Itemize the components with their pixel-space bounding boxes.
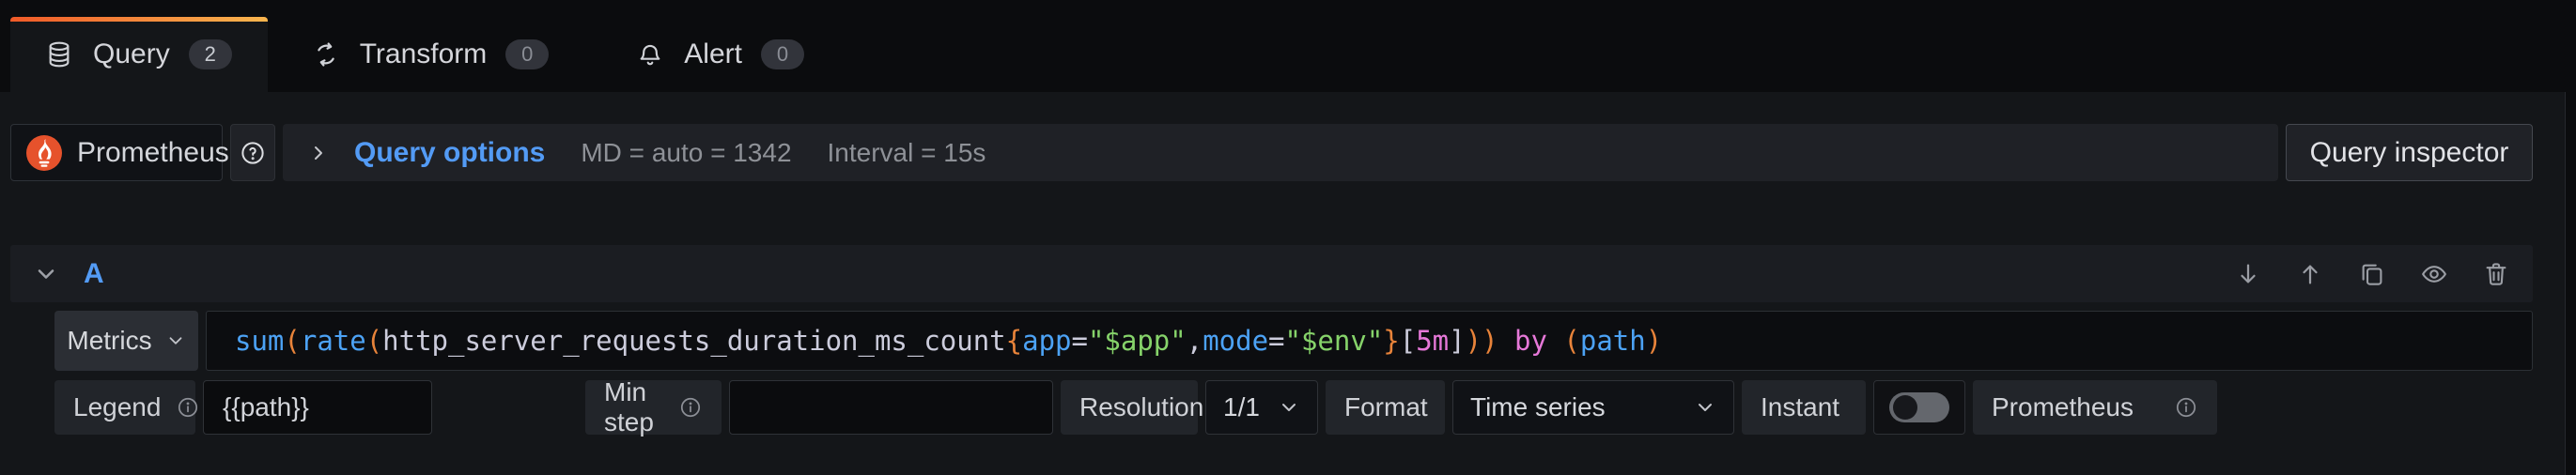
tab-alert[interactable]: Alert 0 [592,17,847,92]
format-field-label: Format [1326,380,1445,435]
instant-label-text: Instant [1761,392,1839,422]
bell-icon [635,39,665,69]
tab-transform[interactable]: Transform 0 [268,17,593,92]
query-ref-id: A [84,258,104,290]
move-query-up-icon[interactable] [2296,260,2324,288]
min-step-field-label: Min step [585,380,722,435]
metrics-button-label: Metrics [67,326,151,356]
toggle-knob [1893,395,1917,420]
legend-label-text: Legend [73,392,161,422]
chevron-down-icon [165,330,186,351]
info-circle-icon[interactable] [176,395,200,420]
legend-format-input[interactable] [203,380,432,435]
tab-transform-label: Transform [360,38,488,70]
question-circle-icon [239,139,267,167]
promql-expression-input[interactable]: sum(rate(http_server_requests_duration_m… [206,311,2533,371]
min-step-label-text: Min step [604,377,663,437]
interval-summary: Interval = 15s [828,138,986,168]
duplicate-query-icon[interactable] [2358,260,2386,288]
format-select-value: Time series [1470,392,1606,422]
instant-switch-field[interactable] [1873,380,1965,435]
chevron-right-icon [307,142,330,164]
query-editor-panel: Query 2 Transform 0 Alert 0 [0,0,2576,475]
datasource-help-button[interactable] [230,124,275,181]
database-icon [44,39,74,69]
info-circle-icon[interactable] [678,395,703,420]
query-options-bar: Query options MD = auto = 1342 Interval … [283,124,2278,181]
metrics-browser-button[interactable]: Metrics [54,311,198,371]
query-options-toggle[interactable]: Query options [307,137,545,169]
query-options-row: Legend Min step Resolution 1/1 Format Ti… [54,380,2217,435]
query-row-header[interactable]: A [10,245,2533,302]
resolution-label-text: Resolution [1079,392,1203,422]
legend-field-label: Legend [54,380,195,435]
tab-query[interactable]: Query 2 [10,17,268,92]
tab-alert-label: Alert [684,38,742,70]
min-step-input[interactable] [729,380,1053,435]
editor-tabbar: Query 2 Transform 0 Alert 0 [0,0,2576,92]
resolution-select-value: 1/1 [1223,392,1260,422]
format-label-text: Format [1344,392,1428,422]
toggle-visibility-icon[interactable] [2420,260,2448,288]
max-data-points-summary: MD = auto = 1342 [581,138,791,168]
query-tab-content: Prometheus Query options MD = auto = 134… [0,92,2566,475]
datasource-hint-text: Prometheus [1992,392,2134,422]
datasource-hint-chip: Prometheus [1973,380,2217,435]
instant-toggle[interactable] [1889,392,1949,422]
tab-transform-count-badge: 0 [505,39,549,69]
delete-query-icon[interactable] [2482,260,2510,288]
query-inspector-label: Query inspector [2310,137,2509,169]
instant-field-label: Instant [1742,380,1866,435]
resolution-select[interactable]: 1/1 [1205,380,1318,435]
datasource-picker[interactable]: Prometheus [10,124,223,181]
datasource-picker-value: Prometheus [77,137,229,169]
tab-query-label: Query [93,38,170,70]
transform-icon [311,39,341,69]
query-row-actions [2234,260,2510,288]
collapse-chevron-icon[interactable] [33,261,59,287]
info-circle-icon[interactable] [2174,395,2198,420]
query-options-label: Query options [354,137,545,169]
query-inspector-button[interactable]: Query inspector [2286,124,2533,181]
query-editor-row: Metrics sum(rate(http_server_requests_du… [54,311,2533,371]
move-query-down-icon[interactable] [2234,260,2262,288]
tab-alert-count-badge: 0 [761,39,804,69]
query-toolbar: Prometheus Query options MD = auto = 134… [10,124,2533,181]
chevron-down-icon [1694,396,1716,419]
chevron-down-icon [1278,396,1300,419]
format-select[interactable]: Time series [1452,380,1734,435]
prometheus-logo-icon [26,135,62,171]
resolution-field-label: Resolution [1061,380,1198,435]
tab-query-count-badge: 2 [189,39,232,69]
